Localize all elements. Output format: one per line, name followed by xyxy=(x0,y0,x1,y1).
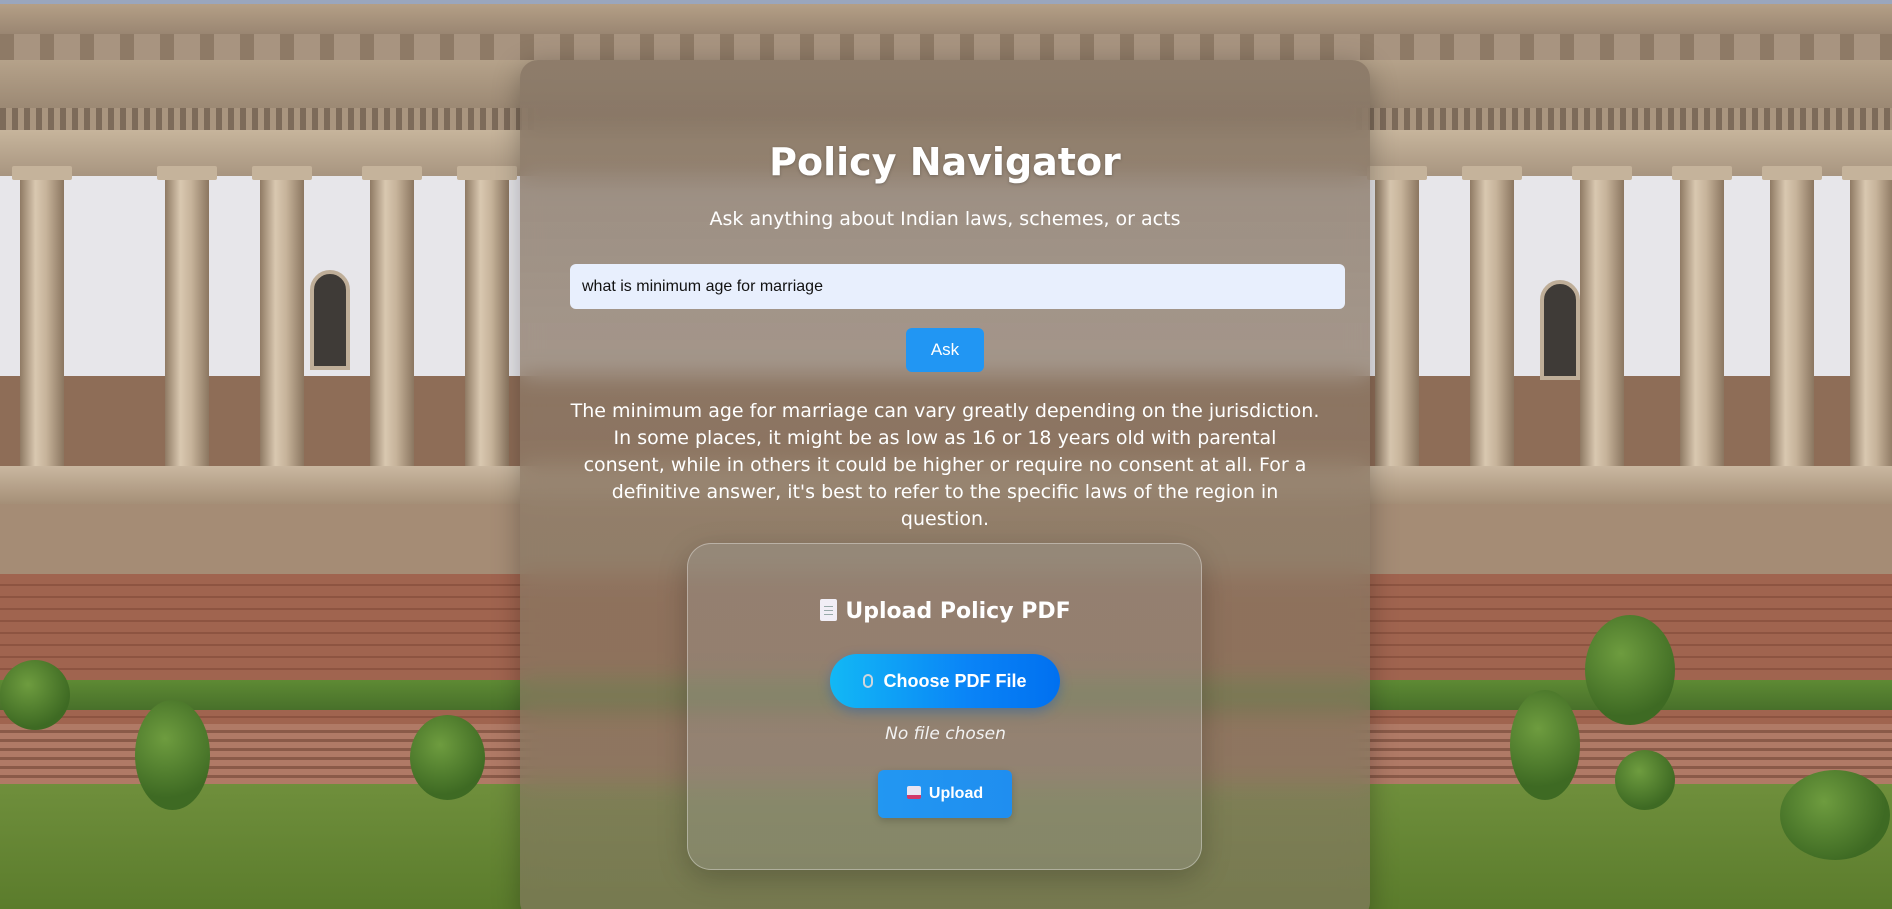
answer-text: The minimum age for marriage can vary gr… xyxy=(570,400,1320,530)
building-column xyxy=(1840,166,1892,484)
topiary-bush xyxy=(1780,770,1890,860)
file-status-text: No file chosen xyxy=(885,724,1006,744)
upload-heading: Upload Policy PDF xyxy=(688,599,1203,624)
building-column xyxy=(1760,166,1824,484)
topiary-bush xyxy=(1510,690,1580,800)
main-panel: Policy Navigator Ask anything about Indi… xyxy=(520,60,1370,909)
question-input[interactable] xyxy=(570,264,1345,309)
topiary-bush xyxy=(0,660,70,730)
building-column xyxy=(455,166,519,484)
arched-window xyxy=(310,270,350,370)
building-column xyxy=(1670,166,1734,484)
topiary-bush xyxy=(135,700,210,810)
building-cornice xyxy=(0,4,1892,34)
upload-label: Upload xyxy=(928,785,984,802)
building-column xyxy=(250,166,314,484)
topiary-bush xyxy=(1585,615,1675,725)
inbox-tray-icon xyxy=(906,786,921,799)
building-column xyxy=(1365,166,1429,484)
building-column xyxy=(1460,166,1524,484)
building-column xyxy=(360,166,424,484)
topiary-bush xyxy=(410,715,485,800)
arched-window xyxy=(1540,280,1580,380)
building-column xyxy=(155,166,219,484)
page-title: Policy Navigator xyxy=(769,140,1121,184)
ask-button[interactable]: Ask xyxy=(906,328,984,372)
upload-title: Upload Policy PDF xyxy=(845,599,1071,624)
building-column xyxy=(10,166,74,484)
choose-pdf-button[interactable]: Choose PDF File xyxy=(830,654,1060,708)
building-column xyxy=(1570,166,1634,484)
building-frieze xyxy=(0,34,1892,60)
upload-button[interactable]: Upload xyxy=(878,770,1012,818)
upload-card: Upload Policy PDF Choose PDF File No fil… xyxy=(687,543,1202,870)
page-subtitle: Ask anything about Indian laws, schemes,… xyxy=(709,208,1181,230)
topiary-bush xyxy=(1615,750,1675,810)
choose-pdf-label: Choose PDF File xyxy=(883,670,1027,691)
paperclip-icon xyxy=(863,673,874,688)
document-icon xyxy=(820,599,838,621)
